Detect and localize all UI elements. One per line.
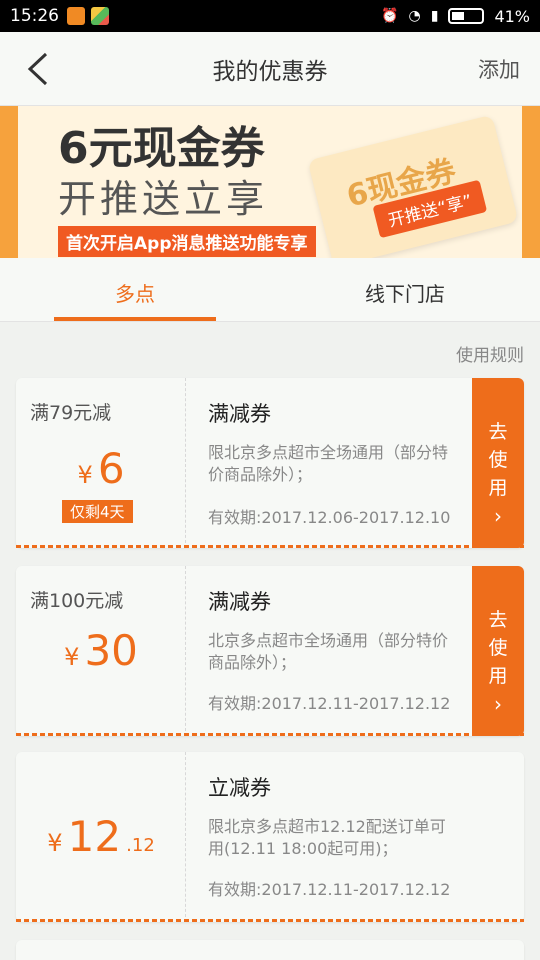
coupon-description: 限北京多点超市12.12配送订单可用(12.11 18:00起可用)； [208, 817, 446, 858]
banner-subtitle: 开推送立享 [58, 177, 269, 221]
coupon-edge [16, 919, 524, 922]
currency-symbol: ¥ [64, 643, 80, 671]
tab-duodian[interactable]: 多点 [0, 258, 270, 321]
banner-strip: 首次开启App消息推送功能专享 [58, 226, 316, 257]
navigation-bar: 我的优惠券 添加 [0, 32, 540, 106]
coupon-card[interactable]: ¥ 12 .12 立减券 限北京多点超市12.12配送订单可用(12.11 18… [16, 752, 524, 922]
coupon-left: ¥ 12 .12 [16, 752, 186, 922]
coupon-amount: ¥ 6 [16, 444, 186, 493]
coupon-edge [16, 545, 524, 548]
signal-icon: ▮ [430, 8, 439, 24]
tab-bar: 多点 线下门店 [0, 258, 540, 322]
status-time: 15:26 [10, 6, 59, 26]
coupon-left: 满100元减 ¥ 30 [16, 566, 186, 736]
coupon-type: 立减券 [208, 776, 271, 800]
remaining-days-badge: 仅剩4天 [62, 500, 133, 523]
coupon-description: 限北京多点超市全场通用（部分特价商品除外）； [208, 443, 449, 484]
app-notification-icon [67, 7, 85, 25]
currency-symbol: ¥ [47, 829, 63, 857]
amount-value: 6 [97, 444, 125, 493]
tab-offline-stores[interactable]: 线下门店 [270, 258, 540, 321]
coupon-validity: 有效期:2017.12.11-2017.12.12 [208, 880, 451, 899]
coupon-left: 满79元减 ¥ 6 仅剩4天 [16, 378, 186, 548]
coupon-edge [16, 733, 524, 736]
amount-value: 30 [84, 626, 138, 675]
battery-icon [448, 8, 485, 24]
coupon-amount: ¥ 30 [16, 626, 186, 675]
chevron-right-icon: › [494, 692, 502, 716]
amount-decimal: .12 [126, 835, 155, 856]
banner-title: 6元现金券 [58, 123, 265, 174]
use-coupon-button[interactable]: 去使用 › [472, 566, 524, 736]
banner-stripe [522, 106, 540, 258]
use-coupon-button[interactable]: 去使用 › [472, 378, 524, 548]
wifi-icon: ◔ [408, 8, 421, 24]
coupon-card[interactable]: 满79元减 ¥ 6 仅剩4天 满减券 限北京多点超市全场通用（部分特价商品除外）… [16, 378, 524, 548]
coupon-validity: 有效期:2017.12.11-2017.12.12 [208, 694, 451, 713]
banner-stripe [0, 106, 18, 258]
coupon-description: 北京多点超市全场通用（部分特价商品除外）； [208, 631, 449, 672]
usage-rules-link[interactable]: 使用规则 [456, 341, 524, 366]
coupon-card[interactable] [16, 940, 524, 960]
use-button-label: 去使用 [488, 609, 508, 687]
coupon-type: 满减券 [208, 590, 271, 614]
coupon-condition: 满79元减 [30, 402, 112, 424]
status-bar: 15:26 ⏰ ◔ ▮ 41% [0, 0, 540, 32]
back-arrow-icon [27, 52, 48, 86]
back-button[interactable] [24, 50, 54, 88]
coupon-type: 满减券 [208, 402, 271, 426]
amount-value: 12 [67, 812, 122, 861]
alarm-icon: ⏰ [381, 8, 399, 24]
currency-symbol: ¥ [77, 461, 93, 489]
promo-banner[interactable]: 6元现金券 开推送立享 首次开启App消息推送功能专享 6现金券 开推送“享” [0, 106, 540, 258]
add-button[interactable]: 添加 [478, 54, 520, 84]
coupon-condition: 满100元减 [30, 590, 124, 612]
app-notification-icon [91, 7, 109, 25]
banner-coupon-illustration: 6现金券 开推送“享” [307, 114, 519, 258]
coupon-validity: 有效期:2017.12.06-2017.12.10 [208, 508, 451, 527]
battery-level: 41% [494, 6, 530, 26]
coupon-amount: ¥ 12 .12 [16, 812, 186, 861]
coupon-card[interactable]: 满100元减 ¥ 30 满减券 北京多点超市全场通用（部分特价商品除外）； 有效… [16, 566, 524, 736]
chevron-right-icon: › [494, 504, 502, 528]
use-button-label: 去使用 [488, 421, 508, 499]
page-title: 我的优惠券 [212, 58, 328, 85]
